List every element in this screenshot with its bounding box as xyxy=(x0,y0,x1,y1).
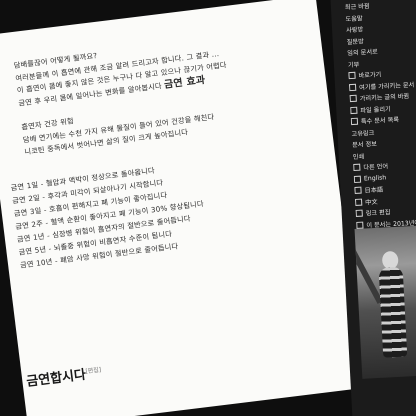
sidebar-item-label: 최근 바뀜 xyxy=(344,3,370,12)
sidebar-item-label: 고유링크 xyxy=(351,129,375,138)
timeline-list: 금연 1일 - 혈압과 맥박이 정상으로 돌아옵니다 금연 2일 - 후각과 미… xyxy=(10,142,337,271)
sidebar-item-label: 도움말 xyxy=(345,15,363,23)
checkbox-icon xyxy=(356,221,364,229)
article-body: 담배를끊어 어떻게 될까요? 여러분들께 이 흡연에 관해 조금 알려 드리고자… xyxy=(10,24,337,271)
section-title-text: 금연합시다 xyxy=(25,367,87,390)
section-title: 금연합시다[편집] xyxy=(25,362,102,390)
sidebar-item-label: 中文 xyxy=(364,198,378,207)
sidebar-item-label: 인쇄 xyxy=(352,153,365,161)
sidebar-item-label: 다른 언어 xyxy=(363,163,389,172)
sidebar-item-label: 특수 문서 목록 xyxy=(360,116,400,126)
checkbox-icon xyxy=(353,163,361,172)
edit-link[interactable]: [편집] xyxy=(85,366,101,375)
sidebar-item-label: 링크 편집 xyxy=(365,209,391,218)
article-page: 담배를끊어 어떻게 될까요? 여러분들께 이 흡연에 관해 조금 알려 드리고자… xyxy=(0,0,364,416)
sidebar-item-label: 사랑방 xyxy=(345,26,364,35)
sidebar-photo xyxy=(354,225,416,379)
sidebar-item-label: English xyxy=(363,174,387,183)
photo-arm xyxy=(354,239,383,304)
checkbox-icon xyxy=(348,83,357,91)
checkbox-icon xyxy=(350,117,359,126)
checkbox-icon xyxy=(348,72,356,80)
photo-figure xyxy=(378,266,408,358)
sidebar-item-label: 문서 정보 xyxy=(352,141,378,150)
checkbox-icon xyxy=(349,95,357,103)
checkbox-icon xyxy=(353,175,362,183)
sidebar-item-label: 질문방 xyxy=(346,38,365,46)
screenshot: 담배를끊어 어떻게 될까요? 여러분들께 이 흡연에 관해 조금 알려 드리고자… xyxy=(0,0,416,416)
sidebar-item-label: 바로가기 xyxy=(358,71,382,80)
sidebar-item-label: 기부 xyxy=(347,61,360,69)
checkbox-icon xyxy=(354,198,363,206)
checkbox-icon xyxy=(354,186,362,195)
checkbox-icon xyxy=(350,106,358,114)
sidebar-item-label: 임의 문서로 xyxy=(347,48,378,58)
checkbox-icon xyxy=(355,209,363,218)
sidebar-item-label: 파일 올리기 xyxy=(360,105,391,115)
sidebar-item-label: 日本語 xyxy=(364,186,384,195)
